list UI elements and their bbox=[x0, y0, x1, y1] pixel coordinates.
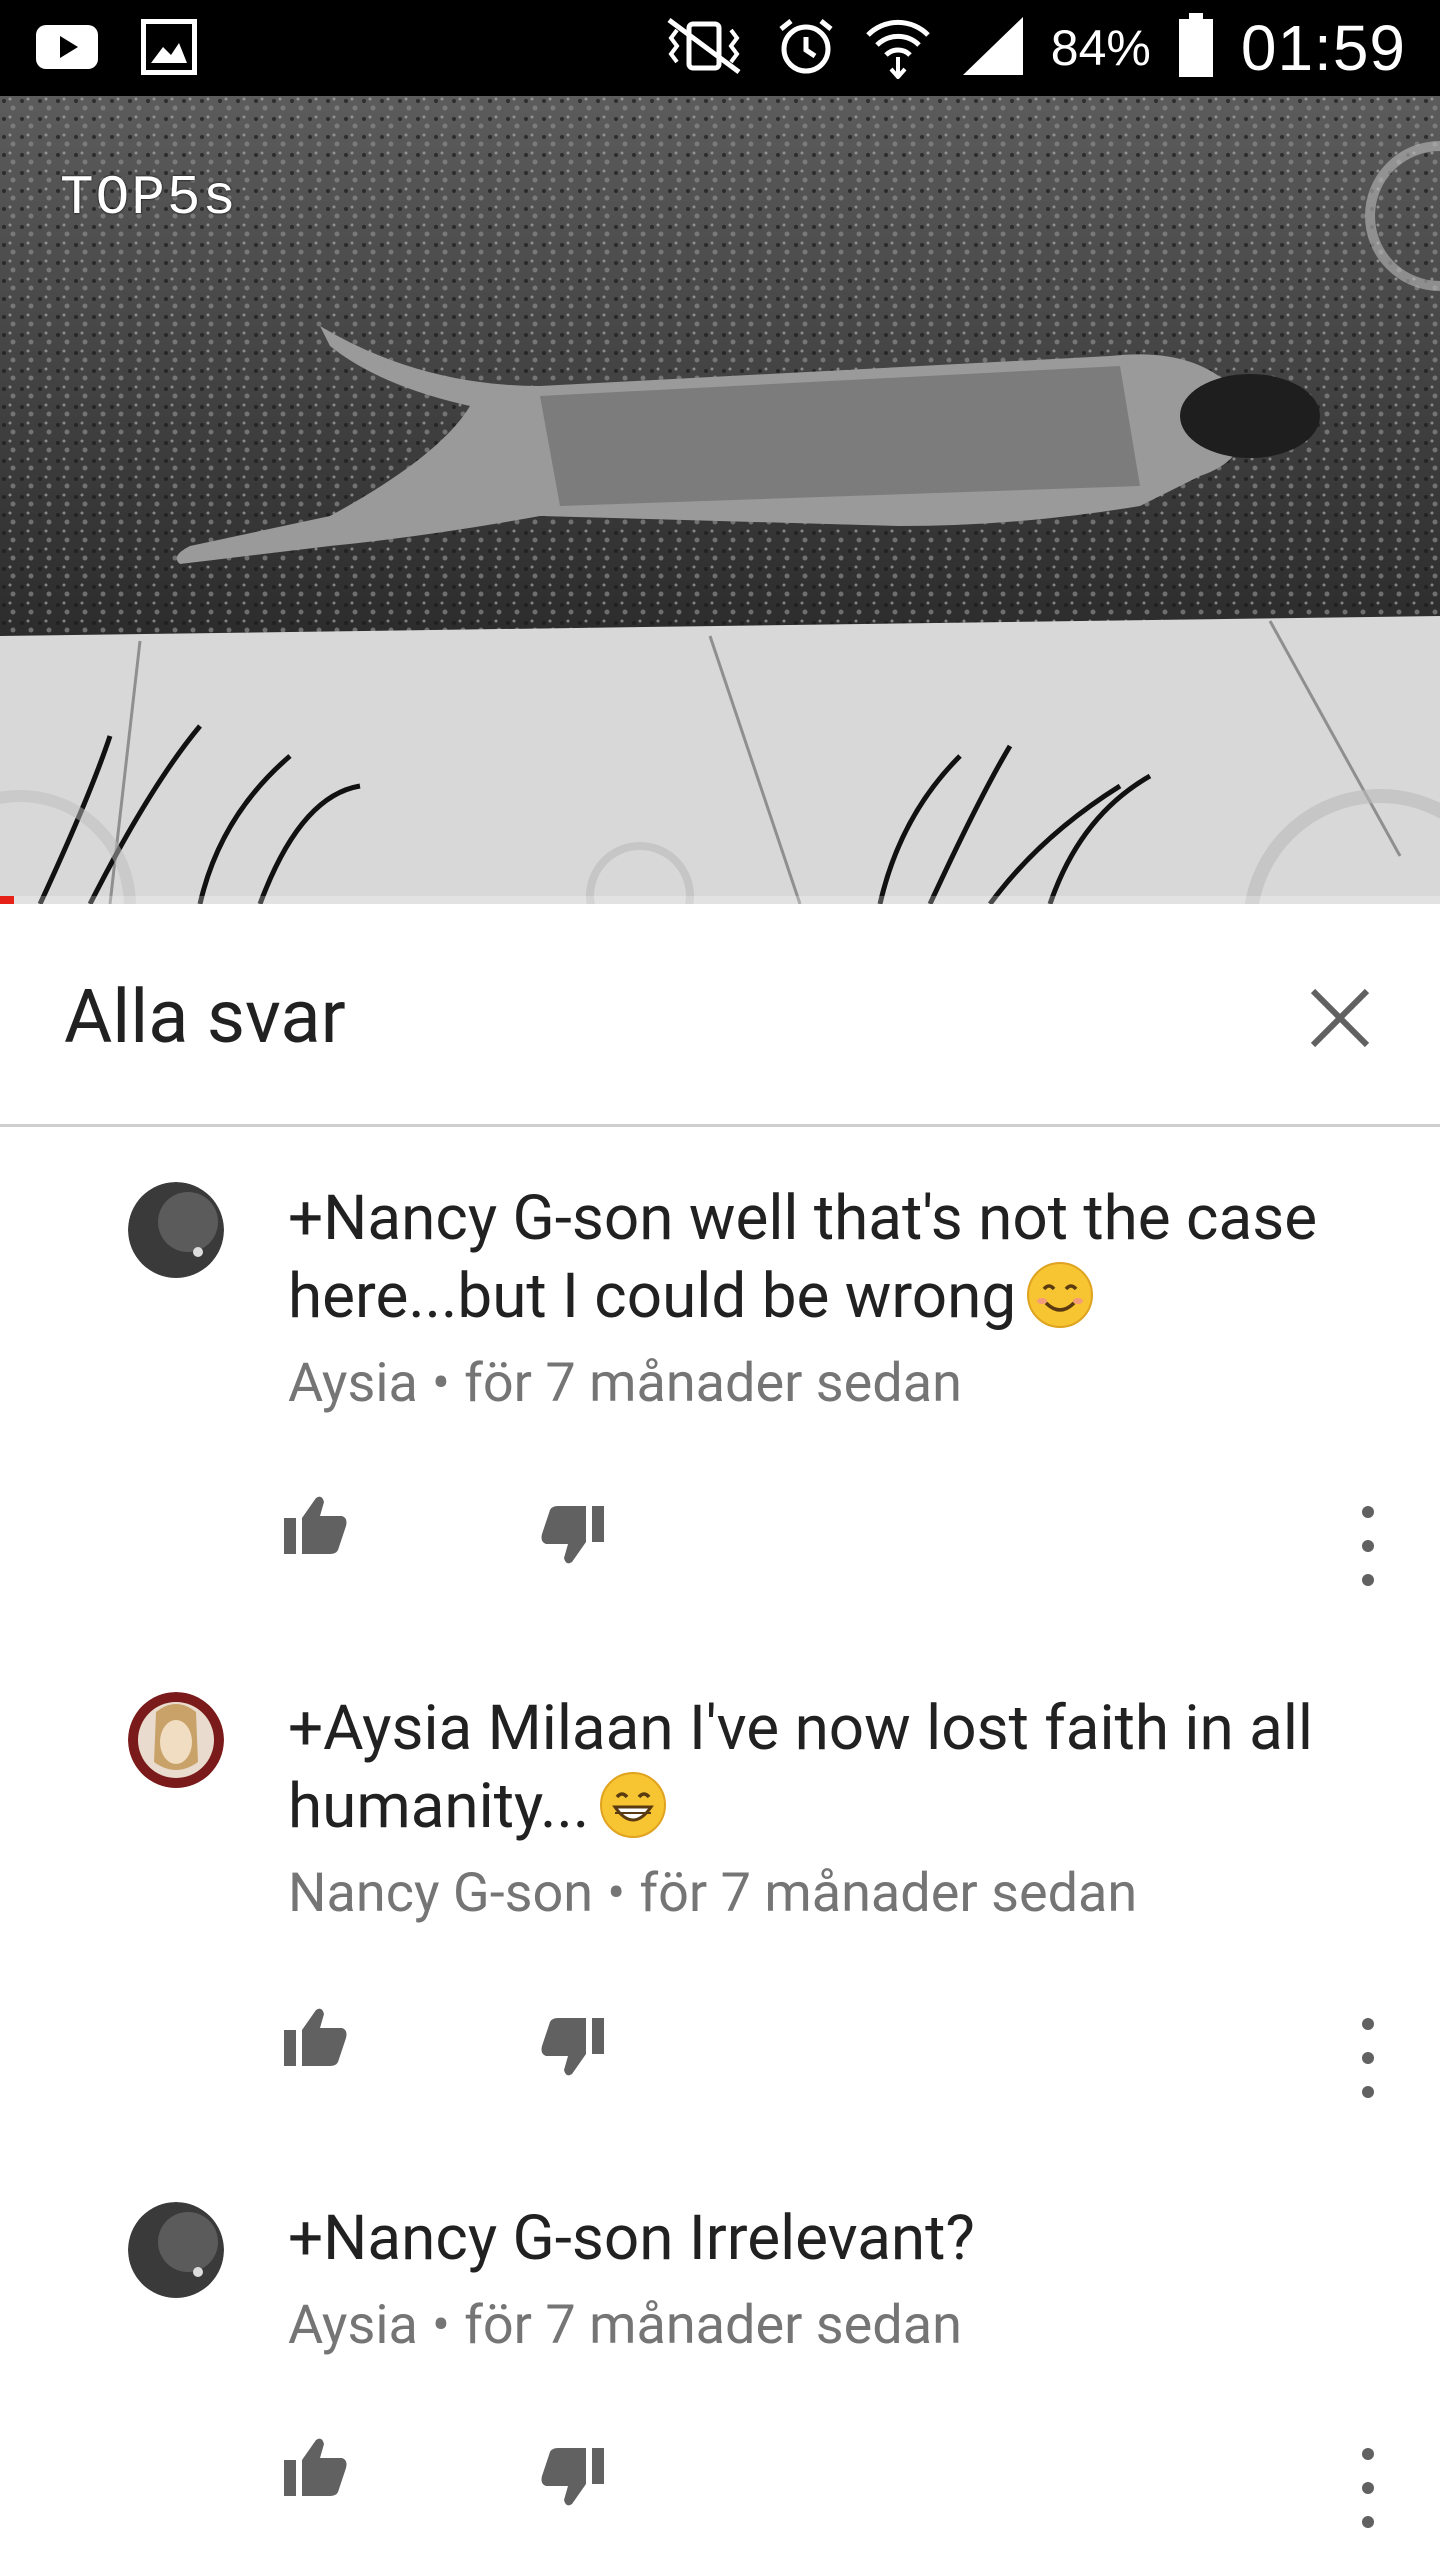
battery-percent: 84% bbox=[1050, 20, 1151, 76]
smiling-face-emoji bbox=[1027, 1262, 1094, 1328]
thumbs-down-icon bbox=[541, 2448, 604, 2506]
vibrate-mute-icon bbox=[659, 16, 749, 80]
more-dot bbox=[1362, 2052, 1374, 2064]
reply-meta: Aysia • för 7 månader sedan bbox=[288, 2294, 1378, 2357]
thumbs-up-icon bbox=[284, 2438, 347, 2496]
signal-icon bbox=[959, 15, 1025, 81]
dislike-button[interactable] bbox=[538, 1500, 618, 1580]
panel-title: Alla svar bbox=[64, 974, 346, 1061]
close-icon bbox=[1310, 988, 1370, 1048]
more-dot bbox=[1362, 1506, 1374, 1518]
like-button[interactable] bbox=[280, 2002, 360, 2082]
reply-actions bbox=[280, 1490, 1420, 1586]
more-dot bbox=[1362, 2516, 1374, 2528]
battery-icon bbox=[1177, 13, 1215, 83]
avatar[interactable] bbox=[128, 1692, 224, 1788]
gallery-icon bbox=[138, 18, 200, 76]
more-dot bbox=[1362, 2448, 1374, 2460]
thumbs-down-icon bbox=[541, 2018, 604, 2076]
reply-author[interactable]: Aysia bbox=[288, 1352, 418, 1415]
video-player[interactable]: TOP5s bbox=[0, 96, 1440, 904]
avatar[interactable] bbox=[128, 1182, 224, 1278]
alarm-icon bbox=[775, 15, 837, 81]
reply-time: för 7 månader sedan bbox=[639, 1862, 1138, 1925]
video-progress-fill bbox=[0, 896, 15, 904]
more-options-button[interactable] bbox=[1348, 2018, 1388, 2098]
video-progress-bar[interactable] bbox=[0, 896, 1440, 904]
dislike-button[interactable] bbox=[538, 2012, 618, 2092]
dislike-button[interactable] bbox=[538, 2442, 618, 2522]
reply-text: +Aysia Milaan I've now lost faith in all… bbox=[288, 1692, 1313, 1843]
reply-author[interactable]: Nancy G-son bbox=[288, 1862, 593, 1925]
reply-actions bbox=[280, 2002, 1420, 2098]
grinning-face-emoji bbox=[600, 1772, 667, 1838]
video-watermark: TOP5s bbox=[60, 166, 239, 230]
avatar[interactable] bbox=[128, 2202, 224, 2298]
youtube-icon bbox=[36, 18, 98, 76]
status-bar: 84% 01:59 bbox=[0, 0, 1440, 96]
more-dot bbox=[1362, 1574, 1374, 1586]
more-dot bbox=[1362, 2482, 1374, 2494]
like-button[interactable] bbox=[280, 2432, 360, 2512]
thumbs-up-icon bbox=[284, 1496, 347, 1554]
more-dot bbox=[1362, 2086, 1374, 2098]
meta-separator: • bbox=[607, 1862, 626, 1925]
thumbs-down-icon bbox=[541, 1506, 604, 1564]
more-options-button[interactable] bbox=[1348, 2448, 1388, 2528]
reply-text: +Nancy G-son Irrelevant? bbox=[288, 2202, 975, 2275]
like-button[interactable] bbox=[280, 1490, 360, 1570]
reply-time: för 7 månader sedan bbox=[464, 1352, 962, 1415]
thumbs-up-icon bbox=[284, 2008, 347, 2066]
close-button[interactable] bbox=[1300, 978, 1380, 1058]
more-dot bbox=[1362, 1540, 1374, 1552]
clock: 01:59 bbox=[1240, 12, 1406, 84]
wifi-icon bbox=[863, 13, 933, 83]
more-options-button[interactable] bbox=[1348, 1506, 1388, 1586]
meta-separator: • bbox=[431, 1352, 451, 1415]
reply-text: +Nancy G-son well that's not the case he… bbox=[288, 1182, 1318, 1333]
reply-time: för 7 månader sedan bbox=[464, 2294, 962, 2357]
reply-meta: Aysia • för 7 månader sedan bbox=[288, 1352, 1378, 1415]
reply-actions bbox=[280, 2432, 1420, 2528]
reply-meta: Nancy G-son • för 7 månader sedan bbox=[288, 1862, 1378, 1925]
more-dot bbox=[1362, 2018, 1374, 2030]
replies-header: Alla svar bbox=[0, 904, 1440, 1127]
meta-separator: • bbox=[431, 2294, 451, 2357]
reply-author[interactable]: Aysia bbox=[288, 2294, 418, 2357]
